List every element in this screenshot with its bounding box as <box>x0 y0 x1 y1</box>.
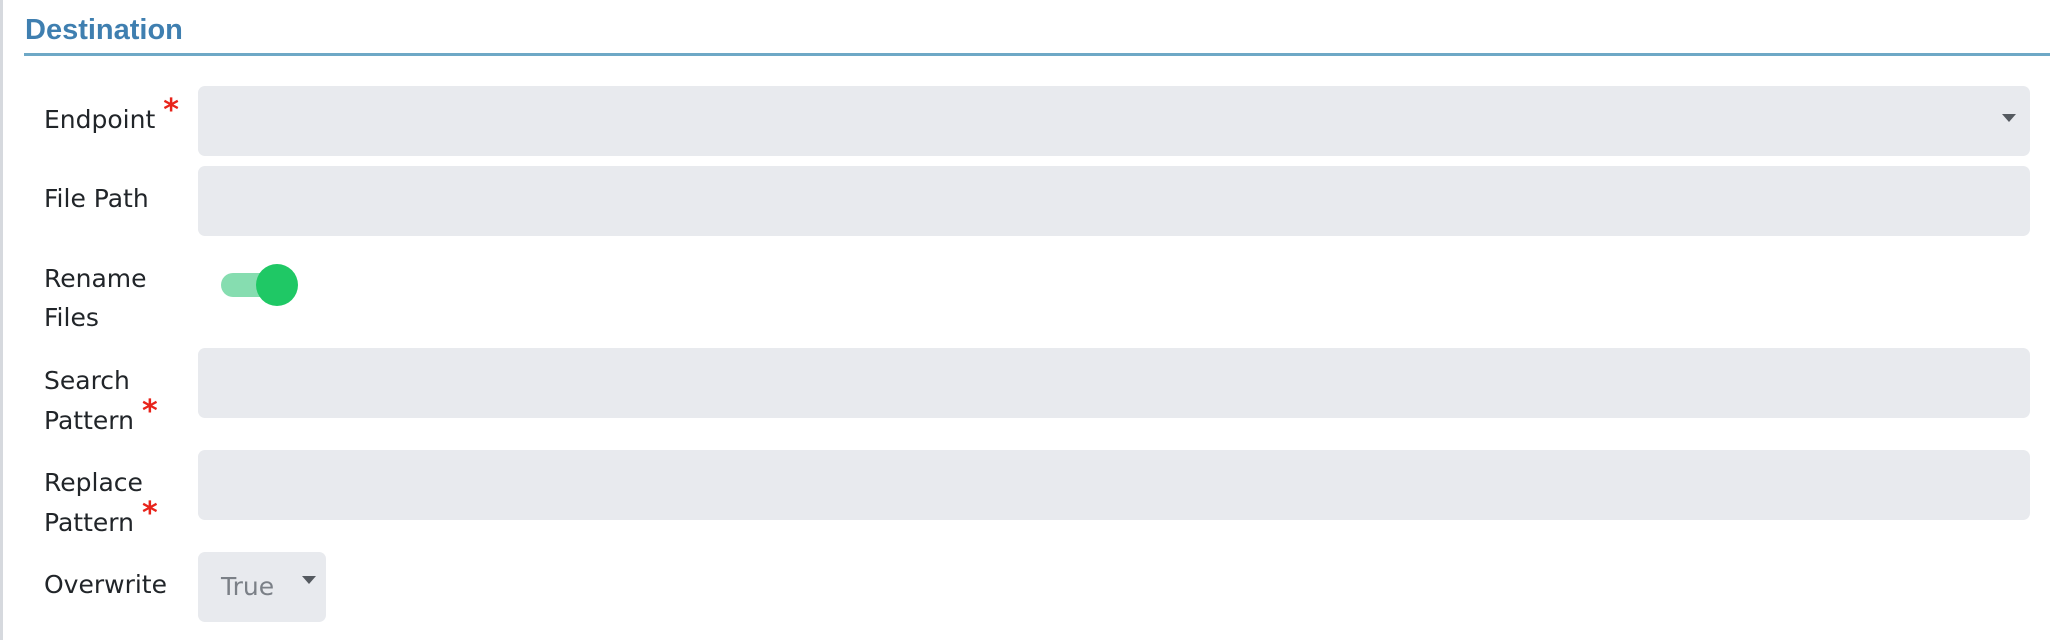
endpoint-label: Endpoint * <box>44 93 179 139</box>
rename-files-toggle[interactable] <box>221 264 298 306</box>
section-divider <box>24 53 2050 56</box>
toggle-knob[interactable] <box>256 264 298 306</box>
search-pattern-input[interactable] <box>198 348 2030 418</box>
replace-pattern-label-line2: Pattern * <box>44 496 158 542</box>
rename-files-label-line1: Rename <box>44 264 147 293</box>
required-marker: * <box>141 496 158 531</box>
file-path-input[interactable] <box>198 166 2030 236</box>
replace-pattern-label-line1: Replace <box>44 468 143 497</box>
search-pattern-label-line2: Pattern * <box>44 394 158 440</box>
rename-files-label-line2: Files <box>44 303 99 332</box>
file-path-label: File Path <box>44 184 149 213</box>
panel-border <box>0 0 3 640</box>
chevron-down-icon[interactable] <box>2002 114 2016 122</box>
endpoint-label-text: Endpoint <box>44 105 156 134</box>
search-pattern-label-text: Pattern <box>44 406 134 435</box>
replace-pattern-input[interactable] <box>198 450 2030 520</box>
overwrite-label: Overwrite <box>44 570 167 599</box>
endpoint-select[interactable] <box>198 86 2030 156</box>
search-pattern-label-line1: Search <box>44 366 130 395</box>
chevron-down-icon[interactable] <box>302 576 316 584</box>
section-title: Destination <box>25 14 183 46</box>
overwrite-value: True <box>221 572 275 601</box>
replace-pattern-label-text: Pattern <box>44 508 134 537</box>
destination-panel: Destination Endpoint * File Path Rename F… <box>0 0 2056 640</box>
required-marker: * <box>141 394 158 429</box>
overwrite-select[interactable]: True <box>198 552 326 622</box>
required-marker: * <box>163 93 179 128</box>
